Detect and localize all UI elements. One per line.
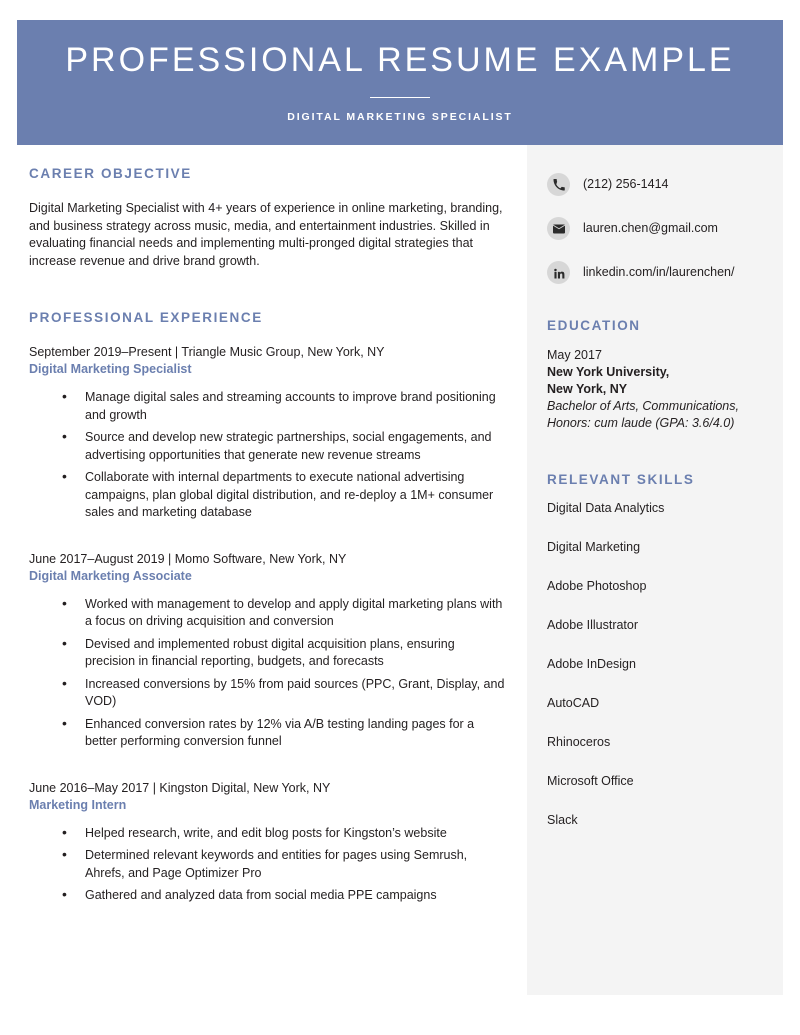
list-item: Source and develop new strategic partner… — [62, 428, 507, 464]
contact-item-email[interactable]: lauren.chen@gmail.com — [547, 217, 765, 240]
job-meta: September 2019–Present | Triangle Music … — [29, 345, 385, 359]
list-item: Devised and implemented robust digital a… — [62, 635, 507, 671]
job-entry: September 2019–Present | Triangle Music … — [29, 344, 507, 522]
list-item: AutoCAD — [547, 696, 600, 710]
list-item: Increased conversions by 15% from paid s… — [62, 675, 507, 711]
skills-list: Digital Data Analytics Digital Marketing… — [547, 501, 765, 828]
education-school: New York University, — [547, 365, 670, 379]
professional-experience-section: PROFESSIONAL EXPERIENCE September 2019–P… — [29, 310, 507, 905]
education-date: May 2017 — [547, 348, 602, 362]
job-entry: June 2016–May 2017 | Kingston Digital, N… — [29, 780, 507, 905]
email-icon — [547, 217, 570, 240]
list-item: Collaborate with internal departments to… — [62, 468, 507, 522]
list-item: Gathered and analyzed data from social m… — [62, 886, 507, 905]
list-item: Adobe Photoshop — [547, 579, 647, 593]
job-bullets: Helped research, write, and edit blog po… — [29, 824, 507, 905]
job-entry: June 2017–August 2019 | Momo Software, N… — [29, 551, 507, 751]
header-banner: PROFESSIONAL RESUME EXAMPLE DIGITAL MARK… — [17, 20, 783, 145]
list-item: Helped research, write, and edit blog po… — [62, 824, 507, 843]
list-item: Rhinoceros — [547, 735, 611, 749]
education-honors: Honors: cum laude (GPA: 3.6/4.0) — [547, 416, 735, 430]
skills-section: RELEVANT SKILLS Digital Data Analytics D… — [547, 472, 765, 828]
contact-item-phone[interactable]: (212) 256-1414 — [547, 173, 765, 196]
contact-phone-text: (212) 256-1414 — [583, 177, 669, 191]
list-item: Manage digital sales and streaming accou… — [62, 388, 507, 424]
skills-heading: RELEVANT SKILLS — [547, 472, 695, 487]
list-item: Adobe InDesign — [547, 657, 636, 671]
header-subtitle: DIGITAL MARKETING SPECIALIST — [287, 111, 513, 124]
list-item: Microsoft Office — [547, 774, 634, 788]
list-item: Determined relevant keywords and entitie… — [62, 846, 507, 882]
list-item: Digital Data Analytics — [547, 501, 665, 515]
contact-linkedin-text: linkedin.com/in/laurenchen/ — [583, 265, 735, 279]
job-bullets: Worked with management to develop and ap… — [29, 595, 507, 751]
education-section: EDUCATION May 2017 New York University, … — [547, 318, 765, 432]
contact-email-text: lauren.chen@gmail.com — [583, 221, 718, 235]
education-heading: EDUCATION — [547, 318, 641, 333]
contact-list: (212) 256-1414 lauren.chen@gmail.com lin… — [547, 173, 765, 284]
contact-item-linkedin[interactable]: linkedin.com/in/laurenchen/ — [547, 261, 765, 284]
main-column: CAREER OBJECTIVE Digital Marketing Speci… — [29, 166, 507, 910]
education-degree: Bachelor of Arts, Communications, — [547, 399, 739, 413]
list-item: Digital Marketing — [547, 540, 641, 554]
job-title: Marketing Intern — [29, 797, 127, 812]
list-item: Adobe Illustrator — [547, 618, 639, 632]
job-meta: June 2016–May 2017 | Kingston Digital, N… — [29, 780, 331, 795]
job-meta: June 2017–August 2019 | Momo Software, N… — [29, 551, 347, 566]
job-title: Digital Marketing Associate — [29, 568, 192, 583]
header-divider — [370, 97, 430, 99]
list-item: Slack — [547, 813, 578, 827]
list-item: Worked with management to develop and ap… — [62, 595, 507, 631]
job-bullets: Manage digital sales and streaming accou… — [29, 388, 507, 522]
phone-icon — [547, 173, 570, 196]
list-item: Enhanced conversion rates by 12% via A/B… — [62, 715, 507, 751]
sidebar: (212) 256-1414 lauren.chen@gmail.com lin… — [527, 145, 783, 995]
career-objective-text: Digital Marketing Specialist with 4+ yea… — [29, 201, 503, 268]
resume-page: PROFESSIONAL RESUME EXAMPLE DIGITAL MARK… — [0, 0, 800, 1035]
career-objective-section: CAREER OBJECTIVE Digital Marketing Speci… — [29, 166, 507, 270]
career-objective-heading: CAREER OBJECTIVE — [29, 166, 192, 181]
professional-experience-heading: PROFESSIONAL EXPERIENCE — [29, 310, 263, 325]
job-title: Digital Marketing Specialist — [29, 362, 192, 376]
page-title: PROFESSIONAL RESUME EXAMPLE — [65, 40, 735, 79]
linkedin-icon — [547, 261, 570, 284]
education-location: New York, NY — [547, 382, 628, 396]
